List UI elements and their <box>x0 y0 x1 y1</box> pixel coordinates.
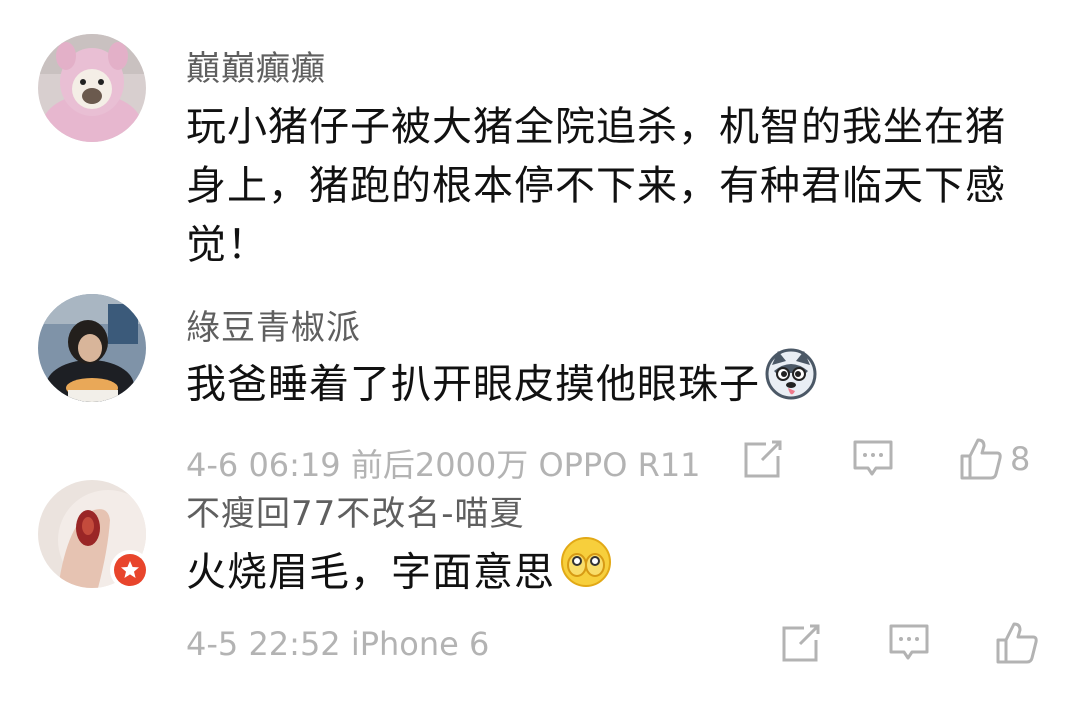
repost-button[interactable] <box>742 438 784 480</box>
vip-star-badge <box>110 550 150 590</box>
username[interactable]: 綠豆青椒派 <box>186 300 361 349</box>
like-button[interactable] <box>994 620 1040 666</box>
avatar[interactable] <box>38 294 146 402</box>
repost-button[interactable] <box>780 622 822 664</box>
avatar[interactable] <box>38 34 146 142</box>
husky-emoji <box>764 347 818 418</box>
thumbs-up-icon <box>996 622 1038 664</box>
comment-icon <box>853 440 893 476</box>
share-icon <box>782 624 820 662</box>
username[interactable]: 不瘦回77不改名-喵夏 <box>186 486 525 535</box>
comment-meta: 4-6 06:19 前后2000万 OPPO R11 <box>186 446 701 484</box>
comment-text-content: 我爸睡着了扒开眼皮摸他眼珠子 <box>186 361 760 408</box>
reply-button[interactable] <box>888 622 930 664</box>
thumbs-up-icon <box>960 438 1002 480</box>
comment-text: 火烧眉毛，字面意思 <box>186 537 1046 606</box>
comment-text-content: 火烧眉毛，字面意思 <box>186 549 555 596</box>
comment-meta: 4-5 22:52 iPhone 6 <box>186 625 490 663</box>
share-icon <box>744 440 782 478</box>
comment-text: 我爸睡着了扒开眼皮摸他眼珠子 <box>186 348 1046 418</box>
comment-icon <box>889 624 929 660</box>
username[interactable]: 巔巔癲癲 <box>186 41 326 90</box>
like-count: 8 <box>1010 440 1031 478</box>
covering-face-emoji <box>559 535 613 606</box>
reply-button[interactable] <box>852 438 894 480</box>
like-button[interactable]: 8 <box>958 436 1030 482</box>
comment-text: 玩小猪仔子被大猪全院追杀，机智的我坐在猪身上，猪跑的根本停不下来，有种君临天下感… <box>186 104 1006 268</box>
